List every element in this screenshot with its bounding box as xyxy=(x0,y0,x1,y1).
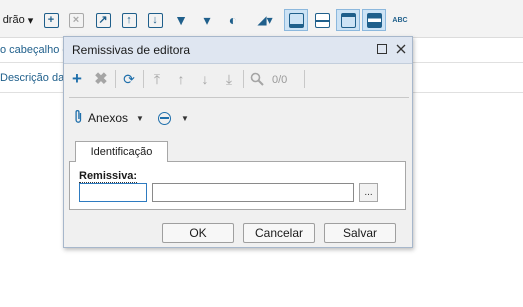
remissiva-code-input[interactable] xyxy=(79,183,147,202)
move-up-icon[interactable]: ↑ xyxy=(120,9,138,31)
maximize-icon[interactable] xyxy=(375,42,389,56)
description-link[interactable]: Descrição da xyxy=(0,72,64,84)
layout-both-icon[interactable] xyxy=(362,9,386,31)
toolbar-separator xyxy=(143,70,144,88)
paint-icon[interactable]: ▼ xyxy=(172,9,190,31)
toolbar-divider xyxy=(69,97,409,98)
style-label: drão xyxy=(2,14,25,26)
layout-bottom-icon[interactable] xyxy=(284,9,308,31)
layout-top-icon[interactable] xyxy=(336,9,360,31)
strikethrough-dropdown-icon[interactable]: ▼ xyxy=(181,114,189,123)
background-toolbar: drão ▾ + × ↗ ↑ ↓ ▼ ▾ ◐ ◢▾ ABC xyxy=(0,0,523,38)
search-icon[interactable] xyxy=(247,69,267,89)
delete-icon[interactable]: × xyxy=(67,9,85,31)
remissivas-dialog: Remissivas de editora + ✖ ⟳ ⤒ ↑ ↓ ⤓ 0/0 … xyxy=(63,36,413,248)
delete-icon[interactable]: ✖ xyxy=(91,69,111,89)
strikethrough-icon[interactable] xyxy=(157,111,171,125)
tab-identificacao[interactable]: Identificação xyxy=(75,141,168,162)
tab-panel: Remissiva: ... xyxy=(69,161,406,210)
close-icon[interactable] xyxy=(394,42,408,56)
paperclip-icon[interactable] xyxy=(74,109,83,127)
style-dropdown[interactable]: drão ▾ xyxy=(0,9,36,31)
move-last-icon[interactable]: ⤓ xyxy=(219,69,239,89)
record-counter: 0/0 xyxy=(272,74,288,86)
toolbar-separator xyxy=(115,70,116,88)
remissiva-label: Remissiva: xyxy=(79,170,138,183)
fill-icon[interactable]: ◐ xyxy=(224,9,242,31)
move-up-icon[interactable]: ↑ xyxy=(171,69,191,89)
layout-split-icon[interactable] xyxy=(310,9,334,31)
toolbar-separator xyxy=(304,70,305,88)
brush-icon[interactable]: ▾ xyxy=(198,9,216,31)
dialog-titlebar[interactable]: Remissivas de editora xyxy=(64,37,412,64)
dialog-title: Remissivas de editora xyxy=(72,43,191,57)
move-first-icon[interactable]: ⤒ xyxy=(147,69,167,89)
move-down-icon[interactable]: ↓ xyxy=(146,9,164,31)
header-link[interactable]: o cabeçalho c xyxy=(0,44,68,56)
anexos-row: Anexos ▼ ▼ xyxy=(74,109,189,127)
link-icon[interactable]: ↗ xyxy=(94,9,112,31)
add-icon[interactable]: + xyxy=(67,69,87,89)
chart-icon[interactable]: ◢▾ xyxy=(252,9,278,31)
save-button[interactable]: Salvar xyxy=(324,223,396,243)
toolbar-separator xyxy=(243,70,244,88)
anexos-label[interactable]: Anexos xyxy=(88,111,128,125)
ok-button[interactable]: OK xyxy=(162,223,234,243)
move-down-icon[interactable]: ↓ xyxy=(195,69,215,89)
anexos-dropdown-icon[interactable]: ▼ xyxy=(136,114,144,123)
add-icon[interactable]: + xyxy=(42,9,60,31)
abc-icon[interactable]: ABC xyxy=(390,9,410,31)
lookup-button[interactable]: ... xyxy=(359,183,378,202)
refresh-icon[interactable]: ⟳ xyxy=(119,69,139,89)
dialog-toolbar: + ✖ ⟳ ⤒ ↑ ↓ ⤓ 0/0 xyxy=(64,65,412,93)
cancel-button[interactable]: Cancelar xyxy=(243,223,315,243)
remissiva-description-input[interactable] xyxy=(152,183,354,202)
